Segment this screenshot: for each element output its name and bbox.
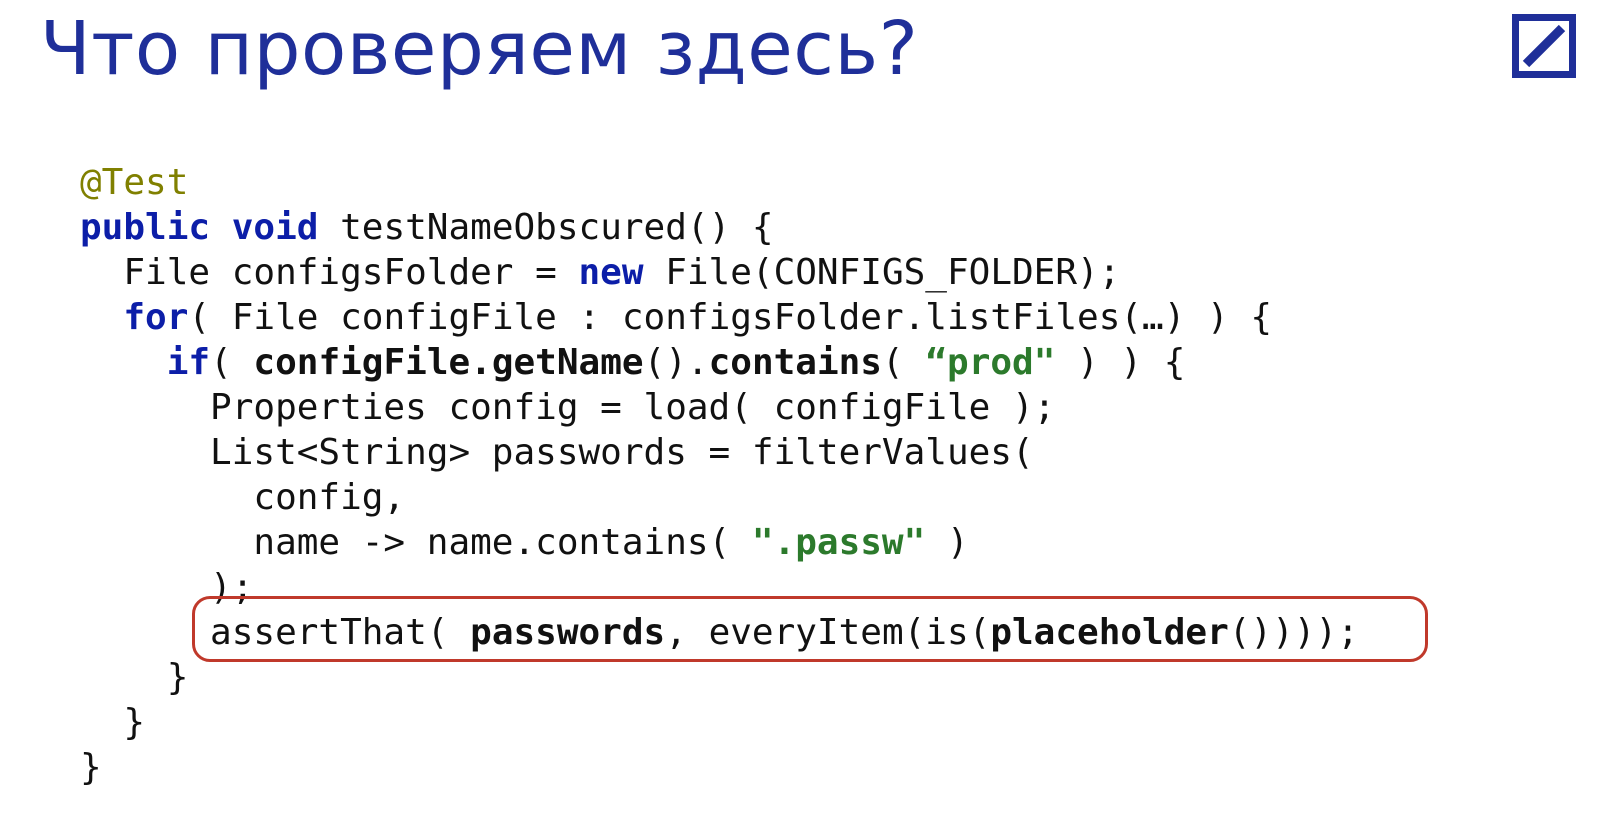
code-line: , everyItem(is( bbox=[665, 612, 990, 653]
string-literal: ".passw" bbox=[752, 522, 925, 563]
code-line: ) bbox=[925, 522, 968, 563]
code-line: ); bbox=[80, 567, 253, 608]
code-line: ) ) { bbox=[1055, 342, 1185, 383]
code-line: placeholder bbox=[990, 612, 1228, 653]
code-line: File configsFolder = bbox=[80, 252, 579, 293]
code-line: ( File configFile : configsFolder.listFi… bbox=[188, 297, 1272, 338]
code-block: @Test public void testNameObscured() { F… bbox=[80, 160, 1359, 790]
slide-title: Что проверяем здесь? bbox=[40, 6, 918, 92]
code-line: passwords bbox=[470, 612, 665, 653]
code-line: } bbox=[80, 702, 145, 743]
string-literal: “prod" bbox=[925, 342, 1055, 383]
code-line: (). bbox=[644, 342, 709, 383]
code-line: contains bbox=[709, 342, 882, 383]
kw-public: public bbox=[80, 207, 210, 248]
annotation: @Test bbox=[80, 162, 188, 203]
code-line: } bbox=[80, 657, 188, 698]
code-line: assertThat( bbox=[80, 612, 470, 653]
kw-for: for bbox=[123, 297, 188, 338]
slide: Что проверяем здесь? @Test public void t… bbox=[0, 0, 1600, 813]
code-line: configFile.getName bbox=[253, 342, 643, 383]
code-line: ( bbox=[210, 342, 253, 383]
code-line: config, bbox=[80, 477, 405, 518]
bank-logo-icon bbox=[1512, 14, 1576, 78]
code-line: } bbox=[80, 747, 102, 788]
method-signature: testNameObscured() { bbox=[318, 207, 773, 248]
code-line: List<String> passwords = filterValues( bbox=[80, 432, 1034, 473]
kw-new: new bbox=[579, 252, 644, 293]
code-line: ( bbox=[882, 342, 925, 383]
kw-if: if bbox=[167, 342, 210, 383]
code-line: File(CONFIGS_FOLDER); bbox=[644, 252, 1121, 293]
code-line bbox=[80, 297, 123, 338]
code-line bbox=[80, 342, 167, 383]
code-line: ()))); bbox=[1229, 612, 1359, 653]
code-line: name -> name.contains( bbox=[80, 522, 752, 563]
kw-void: void bbox=[232, 207, 319, 248]
code-line: Properties config = load( configFile ); bbox=[80, 387, 1055, 428]
